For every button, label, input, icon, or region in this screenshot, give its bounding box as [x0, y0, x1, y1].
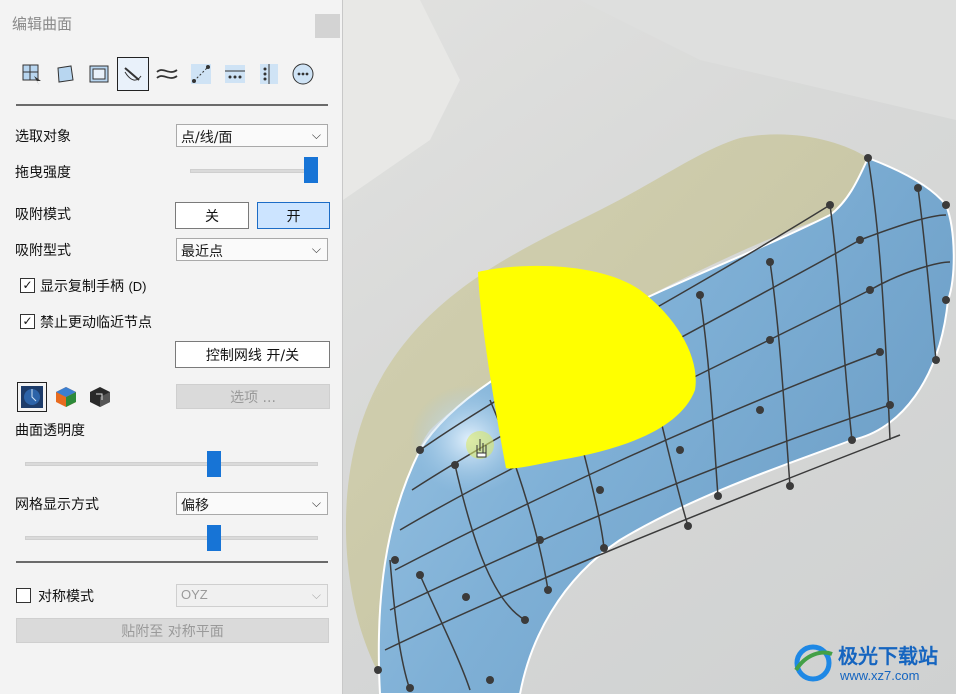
snap-mode-label: 吸附模式: [15, 207, 71, 223]
mesh-display-thumb[interactable]: [207, 525, 221, 551]
select-object-label: 选取对象: [15, 129, 71, 145]
watermark: 极光下载站 www.xz7.com: [788, 636, 956, 694]
tool-wave-curves[interactable]: [151, 57, 183, 91]
snap-on-button[interactable]: 开: [257, 202, 330, 229]
mesh-display-slider[interactable]: [25, 536, 318, 540]
dotted-column-icon: [260, 64, 278, 84]
mesh-display-label: 网格显示方式: [15, 497, 99, 513]
snap-type-label: 吸附型式: [15, 243, 71, 259]
brand-name: 极光下载站: [838, 644, 938, 668]
mode-wire-button[interactable]: [85, 382, 115, 412]
select-object-value: 点/线/面: [181, 130, 233, 146]
freeform-shape-icon: [57, 65, 74, 83]
prevent-neighbor-checkbox[interactable]: ✓: [20, 314, 35, 329]
edit-surface-panel: 编辑曲面 选取对象 点/线/面 ⌵ 拖曳强度 吸附模式 关 开 吸附型式 最近点…: [0, 0, 343, 694]
chevron-down-icon: ⌵: [311, 588, 321, 602]
mode-render-button[interactable]: [17, 382, 47, 412]
tool-rectangle-frame[interactable]: [83, 57, 115, 91]
chevron-down-icon: ⌵: [311, 242, 321, 256]
point-link-icon: [191, 64, 211, 84]
show-copy-handle-label: 显示复制手柄 (D): [40, 279, 147, 295]
panel-close-button[interactable]: [315, 14, 340, 38]
wave-curves-icon: [156, 69, 178, 79]
show-copy-handle-checkbox[interactable]: ✓: [20, 278, 35, 293]
surface-transparency-label: 曲面透明度: [15, 423, 85, 439]
drag-strength-thumb[interactable]: [304, 157, 318, 183]
tool-dotted-column[interactable]: [253, 57, 285, 91]
select-region-icon: [22, 64, 41, 85]
panel-title: 编辑曲面: [12, 15, 73, 33]
tool-freeform-shape[interactable]: [49, 57, 81, 91]
options-button[interactable]: 选项 ...: [176, 384, 330, 409]
dark-cube-icon: [90, 387, 110, 407]
mesh-display-value: 偏移: [181, 498, 209, 514]
brand-url: www.xz7.com: [840, 668, 920, 683]
chevron-down-icon: ⌵: [311, 496, 321, 510]
surface-transparency-slider[interactable]: [25, 462, 318, 466]
hand-cursor-icon: [466, 431, 494, 459]
chevron-down-icon: ⌵: [311, 128, 321, 142]
panel-titlebar: 编辑曲面: [0, 0, 343, 44]
dotted-row-icon: [225, 65, 245, 83]
brand-logo-icon: [794, 644, 833, 682]
snap-off-button[interactable]: 关: [175, 202, 249, 229]
tool-line-curve[interactable]: [117, 57, 149, 91]
tool-dotted-row[interactable]: [219, 57, 251, 91]
snap-to-plane-button[interactable]: 贴附至 对称平面: [16, 618, 329, 643]
drag-strength-label: 拖曳强度: [15, 165, 71, 181]
prevent-neighbor-label: 禁止更动临近节点: [40, 315, 152, 331]
line-curve-icon: [124, 67, 142, 81]
globe-render-icon: [21, 386, 43, 408]
mesh-display-dropdown[interactable]: 偏移 ⌵: [176, 492, 328, 515]
rectangle-frame-icon: [89, 65, 109, 83]
divider: [16, 561, 328, 563]
snap-type-value: 最近点: [181, 244, 223, 260]
surface-transparency-thumb[interactable]: [207, 451, 221, 477]
divider: [16, 104, 328, 106]
tool-point-link[interactable]: [185, 57, 217, 91]
color-cube-icon: [56, 387, 76, 407]
tool-select-region[interactable]: [16, 57, 48, 91]
symmetry-plane-dropdown[interactable]: OYZ ⌵: [176, 584, 328, 607]
drag-strength-slider[interactable]: [190, 169, 318, 173]
symmetry-checkbox[interactable]: [16, 588, 31, 603]
mode-color-button[interactable]: [51, 382, 81, 412]
symmetry-label: 对称模式: [38, 589, 94, 605]
control-mesh-toggle-button[interactable]: 控制网线 开/关: [175, 341, 330, 368]
snap-type-dropdown[interactable]: 最近点 ⌵: [176, 238, 328, 261]
show-copy-handle-shortcut: (D): [128, 279, 147, 294]
symmetry-plane-value: OYZ: [181, 587, 208, 602]
dots-circle-icon: [292, 63, 314, 85]
select-object-dropdown[interactable]: 点/线/面 ⌵: [176, 124, 328, 147]
tool-dots-circle[interactable]: [287, 57, 319, 91]
